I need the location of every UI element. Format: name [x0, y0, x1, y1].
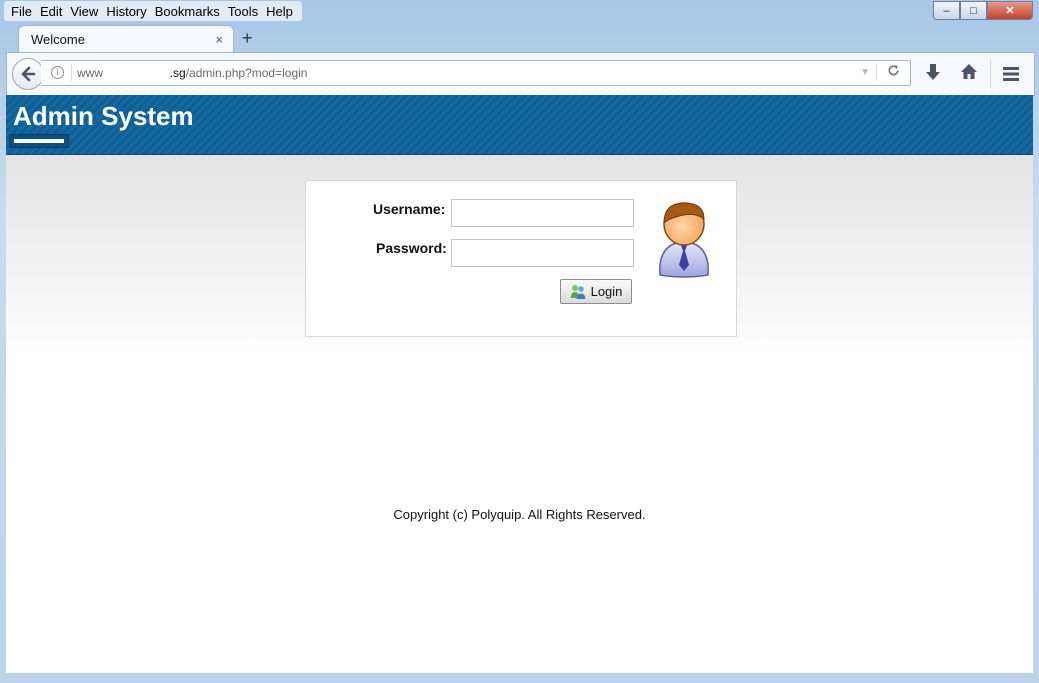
tab-close-icon[interactable]: × [215, 32, 223, 47]
dropdown-icon[interactable]: ▼ [860, 67, 870, 78]
new-tab-button[interactable]: + [242, 28, 253, 49]
maximize-button[interactable]: □ [960, 1, 987, 20]
url-bar[interactable]: i www .sg/admin.php?mod=login ▼ [41, 60, 911, 86]
menu-history[interactable]: History [106, 4, 146, 19]
reload-icon[interactable] [887, 64, 900, 80]
download-icon[interactable] [924, 63, 942, 83]
minimize-button[interactable]: – [933, 1, 960, 20]
browser-window: File Edit View History Bookmarks Tools H… [0, 0, 1039, 683]
info-icon[interactable]: i [51, 66, 64, 79]
url-divider [71, 64, 72, 81]
url-divider-2 [876, 64, 877, 81]
copyright-text: Copyright (c) Polyquip. All Rights Reser… [393, 507, 646, 522]
page-content: Admin System Username: Password: Login C… [6, 95, 1033, 673]
menu-tools[interactable]: Tools [228, 4, 258, 19]
back-arrow-icon [21, 66, 36, 82]
tab-strip: Welcome × + [0, 24, 1039, 53]
toolbar-divider [990, 59, 991, 87]
close-window-button[interactable]: ✕ [987, 1, 1033, 20]
hamburger-menu-icon[interactable] [1002, 66, 1020, 82]
login-form: Username: Password: Login [305, 180, 737, 337]
navigation-toolbar: i www .sg/admin.php?mod=login ▼ [6, 52, 1035, 96]
username-input[interactable] [451, 199, 634, 227]
window-controls: – □ ✕ [933, 1, 1033, 20]
user-avatar-icon [659, 202, 709, 278]
menu-edit[interactable]: Edit [40, 4, 62, 19]
home-icon[interactable] [960, 63, 978, 81]
header-accent-bar [9, 134, 69, 148]
login-button-label: Login [590, 284, 623, 299]
menu-bar: File Edit View History Bookmarks Tools H… [4, 1, 302, 21]
site-header: Admin System [6, 95, 1033, 155]
users-icon [570, 284, 586, 299]
menu-file[interactable]: File [11, 4, 32, 19]
site-title: Admin System [13, 101, 194, 131]
url-path: /admin.php?mod=login [185, 66, 308, 80]
username-label: Username: [373, 201, 446, 217]
url-text[interactable]: www .sg/admin.php?mod=login [77, 66, 307, 80]
login-button[interactable]: Login [560, 279, 632, 304]
menu-bookmarks[interactable]: Bookmarks [155, 4, 220, 19]
tab-welcome[interactable]: Welcome × [18, 25, 234, 53]
url-prefix: www [77, 66, 103, 80]
menu-help[interactable]: Help [266, 4, 293, 19]
back-button[interactable] [12, 58, 44, 90]
tab-title: Welcome [31, 32, 85, 47]
menu-view[interactable]: View [70, 4, 98, 19]
password-input[interactable] [451, 239, 634, 267]
password-label: Password: [376, 240, 447, 256]
url-domain: .sg [169, 66, 186, 80]
